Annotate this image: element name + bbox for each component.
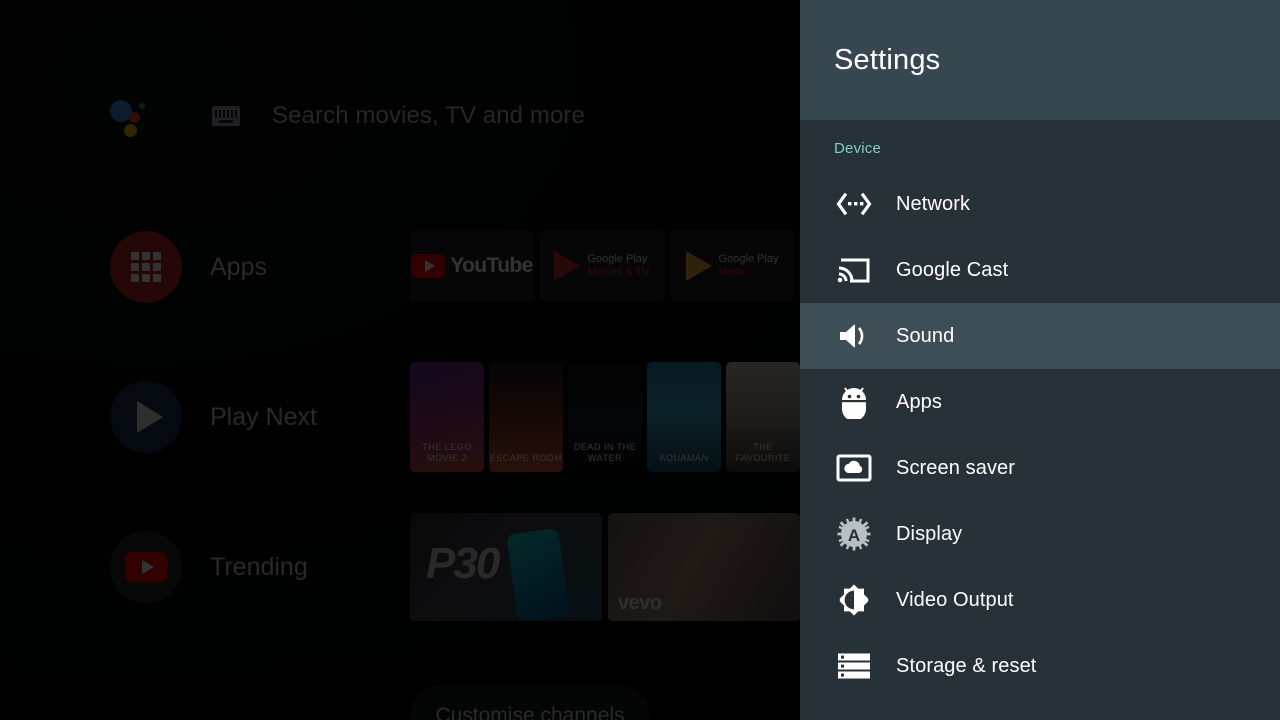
app-card-play-movies[interactable]: Google Play Movies & TV	[540, 230, 664, 302]
settings-item-sound[interactable]: Sound	[800, 303, 1280, 369]
settings-item-network[interactable]: Network	[800, 171, 1280, 237]
poster-card[interactable]: The Favourite	[726, 362, 800, 472]
settings-item-video-output[interactable]: Video Output	[800, 567, 1280, 633]
settings-item-screen-saver[interactable]: Screen saver	[800, 435, 1280, 501]
apps-card-strip: YouTube Google Play Movies & TV Google P…	[410, 230, 800, 302]
search-placeholder: Search movies, TV and more	[272, 102, 585, 129]
android-tv-home: Search movies, TV and more Apps YouTube	[0, 0, 800, 720]
settings-item-label: Sound	[896, 324, 955, 347]
video-card[interactable]: vevo	[608, 513, 800, 621]
settings-item-label: Google Cast	[896, 258, 1009, 281]
phone-graphic	[506, 527, 570, 621]
settings-item-label: Display	[896, 522, 963, 545]
network-icon	[834, 184, 874, 224]
settings-panel: Settings Device Network Google Cast Soun…	[800, 0, 1280, 720]
app-card-play-music-line2: Music	[718, 266, 748, 278]
poster-card[interactable]: Escape Room	[489, 362, 563, 472]
channel-row-apps: Apps	[110, 231, 267, 303]
settings-item-label: Screen saver	[896, 456, 1016, 479]
poster-card[interactable]: Dead in the Water	[568, 362, 642, 472]
screensaver-icon	[834, 448, 874, 488]
channel-row-trending: Trending	[110, 531, 308, 603]
storage-icon	[834, 646, 874, 686]
app-card-play-music-line1: Google Play	[718, 253, 779, 266]
settings-group-label: Device	[834, 140, 882, 157]
display-icon: A	[834, 514, 874, 554]
play-music-icon	[685, 251, 712, 281]
search-bar[interactable]: Search movies, TV and more	[110, 90, 770, 142]
trending-card-strip: P30 vevo	[410, 513, 800, 621]
app-card-youtube-label: YouTube	[450, 254, 533, 277]
keyboard-icon[interactable]	[212, 106, 240, 126]
youtube-icon	[411, 254, 446, 278]
settings-item-label: Network	[896, 192, 971, 215]
apps-grid-icon[interactable]	[110, 231, 182, 303]
row-title-apps: Apps	[210, 252, 267, 281]
youtube-icon[interactable]	[110, 531, 182, 603]
app-card-play-movies-line1: Google Play	[587, 253, 648, 266]
svg-text:A: A	[848, 526, 860, 545]
settings-menu: Network Google Cast Sound Apps Screen sa…	[800, 171, 1280, 699]
row-title-play-next: Play Next	[210, 402, 317, 431]
poster-card[interactable]: Aquaman	[647, 362, 721, 472]
play-triangle-icon[interactable]	[110, 381, 182, 453]
settings-item-label: Apps	[896, 390, 942, 413]
tv-screen: Search movies, TV and more Apps YouTube	[0, 0, 1280, 720]
poster-card[interactable]: The Lego Movie 2	[410, 362, 484, 472]
settings-item-label: Storage & reset	[896, 654, 1037, 677]
customise-channels-button[interactable]: Customise channels	[410, 685, 650, 720]
settings-panel-header: Settings	[800, 0, 1280, 120]
app-card-play-movies-line2: Movies & TV	[587, 266, 650, 278]
app-card-play-music[interactable]: Google Play Music	[670, 230, 794, 302]
customise-channels-label: Customise channels	[435, 704, 625, 720]
google-assistant-icon	[110, 94, 154, 138]
settings-item-label: Video Output	[896, 588, 1014, 611]
volume-icon	[834, 316, 874, 356]
settings-item-apps[interactable]: Apps	[800, 369, 1280, 435]
channel-row-play-next: Play Next	[110, 381, 317, 453]
row-title-trending: Trending	[210, 552, 308, 581]
android-icon	[834, 382, 874, 422]
brightness-icon	[834, 580, 874, 620]
settings-item-storage-reset[interactable]: Storage & reset	[800, 633, 1280, 699]
video-card[interactable]: P30	[410, 513, 602, 621]
play-next-poster-strip: The Lego Movie 2 Escape Room Dead in the…	[410, 362, 800, 472]
cast-icon	[834, 250, 874, 290]
page-title: Settings	[834, 43, 941, 76]
play-store-icon	[554, 251, 581, 281]
settings-item-display[interactable]: A Display	[800, 501, 1280, 567]
app-card-youtube[interactable]: YouTube	[410, 230, 534, 302]
settings-item-google-cast[interactable]: Google Cast	[800, 237, 1280, 303]
